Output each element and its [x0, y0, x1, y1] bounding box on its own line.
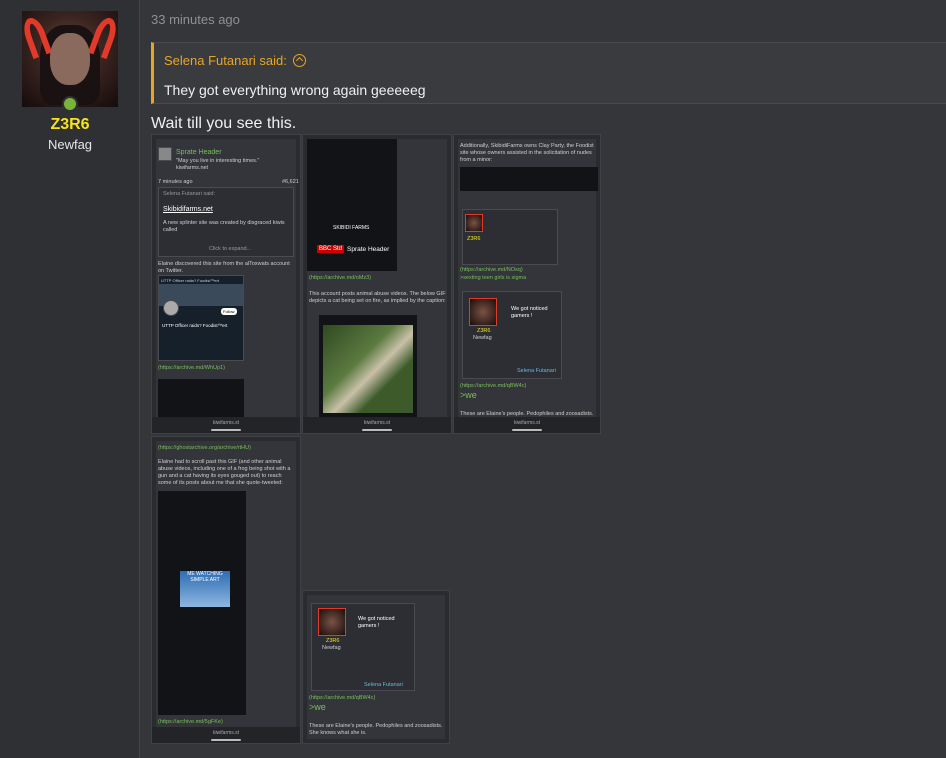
attachment-thumbnail-3[interactable]: Additionally, SkibidiFarms owns Clay Par…: [453, 134, 601, 434]
attachment-3-noticed: We got noticed gamers !: [511, 306, 548, 319]
attachment-thumbnail-4[interactable]: (https://ghostarchive.org/archive/rtHU) …: [151, 436, 301, 744]
attachment-1-quote-box: Selena Futanari said: Skibidifarms.net A…: [158, 187, 294, 257]
attachment-1-link: Skibidifarms.net: [163, 206, 213, 213]
attachment-4-screen: (https://ghostarchive.org/archive/rtHU) …: [156, 441, 296, 727]
attachment-4-archive2: (https://archive.md/5gFKe): [158, 719, 223, 725]
attachment-3-archive2: (https://archive.md/qBW4c): [460, 383, 527, 389]
attachment-5-archive: (https://archive.md/qBW4c): [309, 695, 376, 701]
attachment-5-post-preview: Z3R6 Newfag We got noticed gamers ! Sele…: [311, 603, 415, 691]
user-title: Newfag: [47, 137, 93, 152]
attachment-3-we: >we: [460, 390, 477, 400]
username[interactable]: Z3R6: [0, 116, 140, 134]
attachment-4-text: Elaine had to scroll past this GIF (and …: [158, 459, 291, 486]
attachment-5-name: Z3R6: [326, 638, 340, 644]
user-sidebar: Z3R6 Newfag: [0, 0, 140, 758]
avatar-horn-right: [87, 14, 118, 60]
attachment-1-num: #6,621: [282, 179, 299, 185]
attachment-3-footer: kiwifarms.st: [454, 417, 600, 433]
attachment-2-archive: (https://archive.md/oMz3): [309, 275, 372, 281]
attachment-1-footer: kiwifarms.st: [152, 417, 300, 433]
attachment-3-quote1: >sexting teen girls is sigma: [460, 275, 527, 281]
attachment-3-avatar: [465, 214, 483, 232]
attachment-1-tweet: UTTP Officer raids? Foodist™ert Follow U…: [158, 275, 244, 361]
attachment-thumbnail-2[interactable]: SKIBIDI FARMS BBC Std Sprate Header (htt…: [302, 134, 452, 434]
attachment-2-text: This account posts animal abuse videos. …: [309, 291, 446, 304]
post-body: Wait till you see this.: [151, 115, 297, 132]
avatar[interactable]: [22, 11, 118, 107]
attachment-1-expand: Click to expand...: [209, 246, 252, 252]
attachment-5-screen: Z3R6 Newfag We got noticed gamers ! Sele…: [307, 595, 445, 739]
attachment-1-text2: Elaine discovered this site from the alT…: [158, 261, 290, 274]
attachment-5-noticed: We got noticed gamers !: [358, 616, 395, 629]
attachment-2-video[interactable]: [319, 315, 417, 419]
attachment-2-tweets: SKIBIDI FARMS BBC Std Sprate Header: [307, 139, 397, 271]
attachment-1-quote: "May you live in interesting times.": [176, 158, 260, 164]
arrow-up-circle-icon[interactable]: [292, 54, 306, 67]
attachment-thumbnail-5[interactable]: Z3R6 Newfag We got noticed gamers ! Sele…: [302, 590, 450, 744]
attachment-1-follow: Follow: [221, 308, 237, 315]
quote-block: Selena Futanari said: They got everythin…: [151, 42, 946, 104]
attachment-1-dark-tweet: [158, 379, 244, 421]
post-timestamp[interactable]: 33 minutes ago: [151, 12, 240, 27]
attachment-3-title-2: Newfag: [473, 335, 492, 341]
attachment-1-site: kiwifarms.net: [176, 165, 209, 171]
attachment-3-name: Z3R6: [467, 236, 481, 242]
attachment-3-name-2: Z3R6: [477, 328, 491, 334]
attachment-thumbnail-1[interactable]: Sprate Header "May you live in interesti…: [151, 134, 301, 434]
attachment-1-tweet-head: UTTP Officer raids? Foodist™ert: [161, 278, 220, 283]
attachment-3-archive1: (https://archive.md/NOsq): [460, 267, 523, 273]
attachment-4-meme: ME WATCHING SIMPLE ART: [180, 571, 230, 607]
quote-author[interactable]: Selena Futanari said:: [164, 53, 287, 68]
attachment-4-tweet-feed: ME WATCHING SIMPLE ART: [158, 491, 246, 715]
attachment-5-title: Newfag: [322, 645, 341, 651]
attachment-5-we: >we: [309, 702, 326, 712]
quote-attribution[interactable]: Selena Futanari said:: [164, 53, 306, 68]
attachment-3-post-preview-2: Z3R6 Newfag We got noticed gamers ! Sele…: [462, 291, 562, 379]
attachment-2-header: Sprate Header: [347, 246, 390, 253]
attachment-2-video-frame: [323, 325, 413, 413]
attachment-1-avatar: [158, 147, 172, 161]
attachment-2-footer: kiwifarms.st: [303, 417, 451, 433]
attachment-1-tweet-title: UTTP Officer raids? Foodist™ert: [162, 323, 228, 328]
attachment-4-archive1: (https://ghostarchive.org/archive/rtHU): [158, 445, 251, 451]
attachment-1-tweet-avatar: [163, 300, 179, 316]
attachment-3-screen: Additionally, SkibidiFarms owns Clay Par…: [458, 139, 598, 417]
attachment-5-bottom: These are Elaine's people. Pedophiles an…: [309, 723, 443, 736]
attachment-3-banner: [460, 167, 598, 191]
attachment-1-said: Selena Futanari said:: [163, 191, 215, 197]
attachment-1-screen: Sprate Header "May you live in interesti…: [156, 139, 299, 421]
attachment-1-header: Sprate Header: [176, 149, 222, 156]
attachment-1-text1: A new splinter site was created by disgr…: [163, 220, 285, 233]
attachment-3-selena: Selena Futanari: [517, 368, 556, 374]
attachment-1-archive: (https://archive.md/WhUp1): [158, 365, 225, 371]
online-status-icon: [62, 96, 78, 112]
attachment-2-brand: SKIBIDI FARMS: [333, 225, 370, 231]
attachment-3-avatar-2: [469, 298, 497, 326]
attachment-5-avatar: [318, 608, 346, 636]
attachment-3-post-preview: Z3R6: [462, 209, 558, 265]
attachment-5-selena: Selena Futanari: [364, 682, 403, 688]
attachment-2-bbc: BBC Std: [317, 245, 345, 253]
avatar-face: [50, 33, 90, 85]
quote-text: They got everything wrong again geeeeeg: [164, 82, 426, 98]
attachment-3-text: Additionally, SkibidiFarms owns Clay Par…: [460, 143, 594, 163]
attachment-1-time: 7 minutes ago: [158, 179, 193, 185]
attachment-4-footer: kiwifarms.st: [152, 727, 300, 743]
attachment-2-screen: SKIBIDI FARMS BBC Std Sprate Header (htt…: [307, 139, 447, 419]
